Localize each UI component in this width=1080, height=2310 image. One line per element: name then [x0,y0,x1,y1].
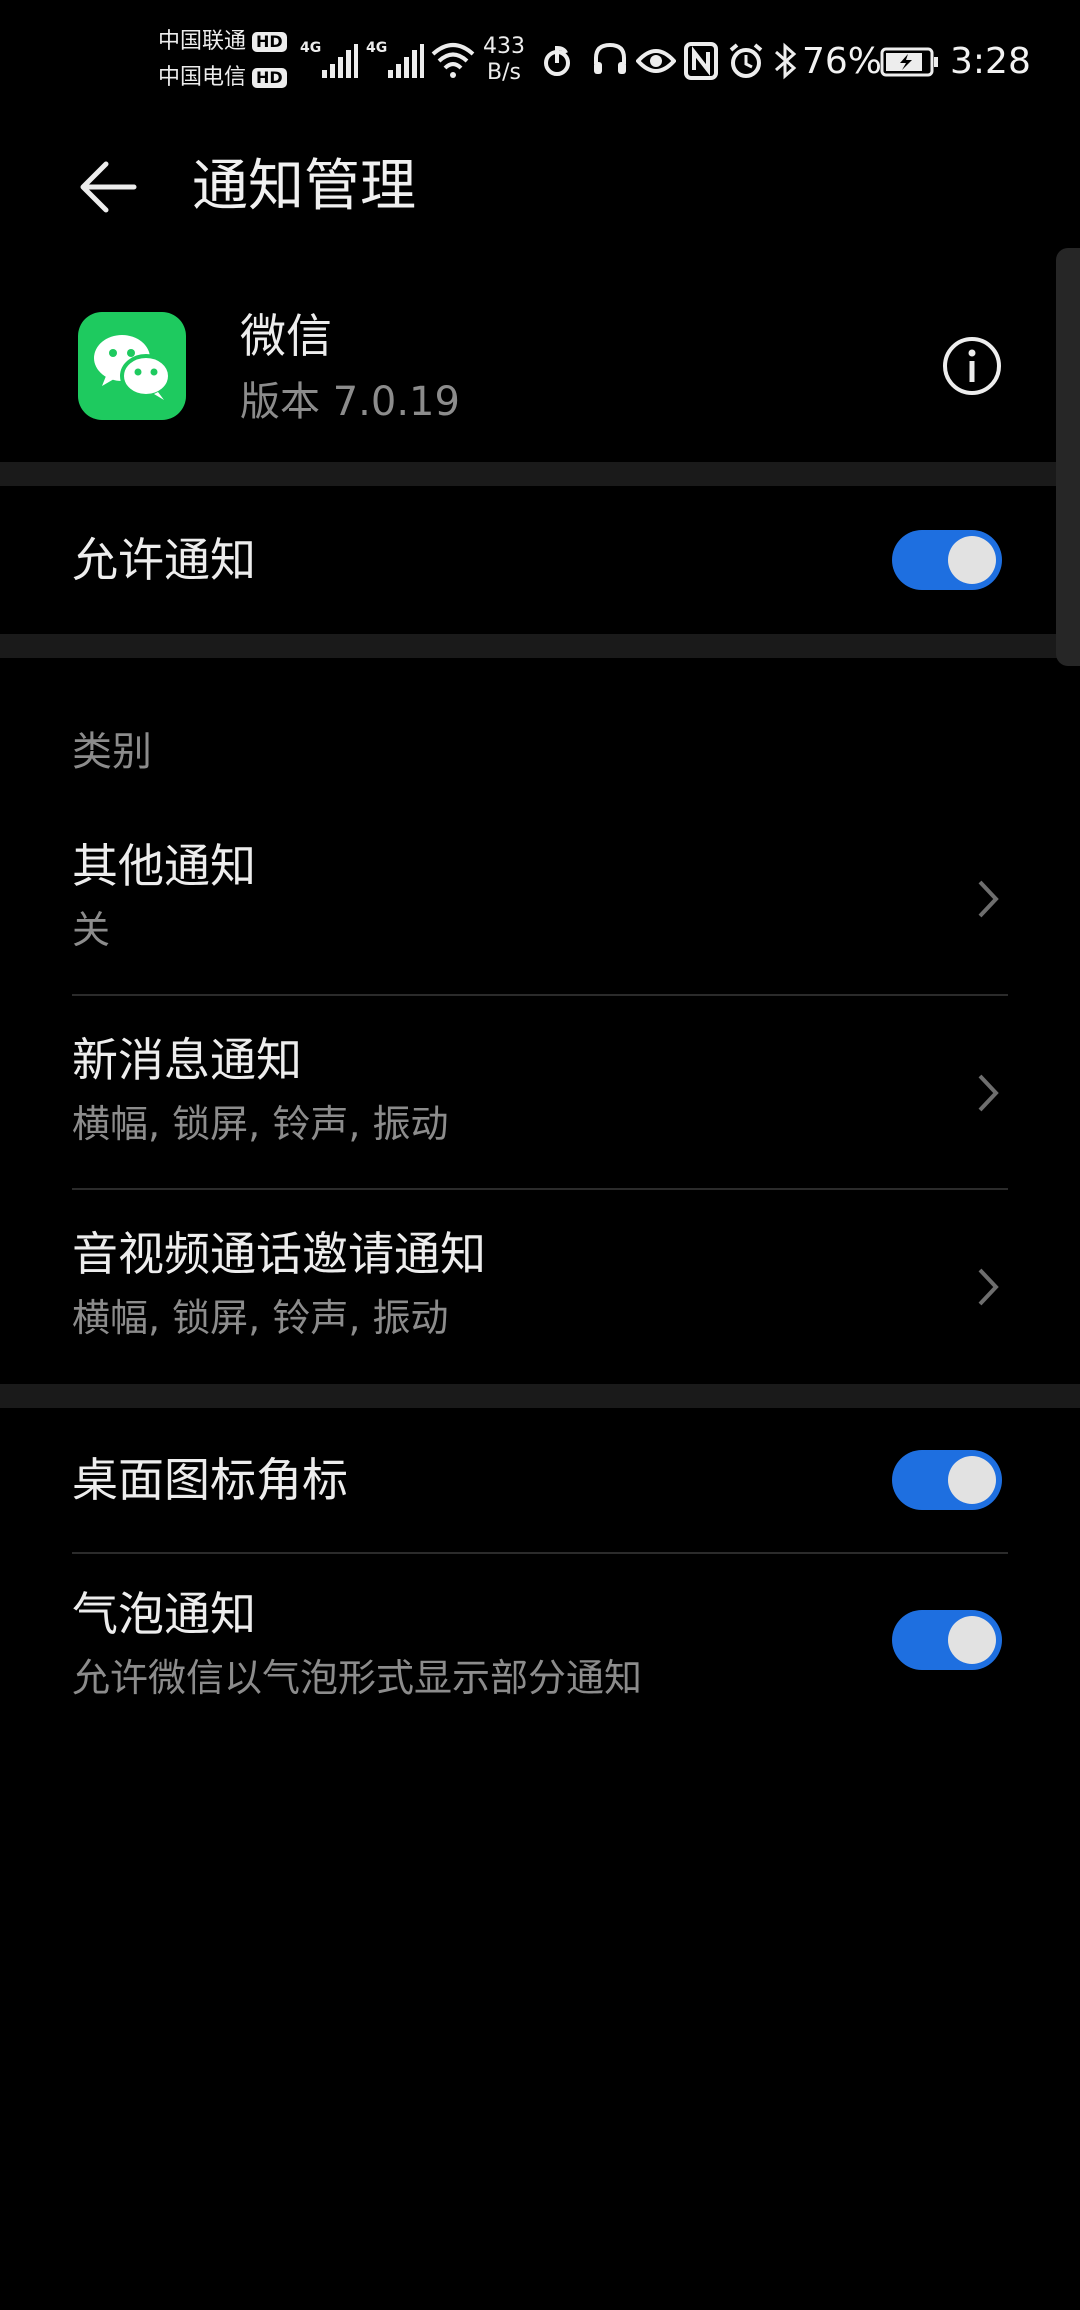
category-item-title: 音视频通话邀请通知 [72,1227,486,1281]
bubble-notification-subtitle: 允许微信以气泡形式显示部分通知 [72,1656,643,1700]
section-separator [0,1384,1080,1408]
carrier-1-label: 中国联通 [158,29,247,54]
status-bar: 中国联通 HD 中国电信 HD 4G 4G 433 B/s 76% 3:28 [0,0,1080,120]
toggle-knob [948,1456,996,1504]
signal-icon-2: 4G [366,40,426,80]
headset-icon [594,42,626,74]
nfc-icon [684,42,718,80]
carrier-2-label: 中国电信 [158,65,247,90]
desktop-badge-toggle[interactable] [892,1450,1002,1510]
net-type-2: 4G [366,40,388,56]
wifi-icon [431,43,475,78]
bubble-notification-label: 气泡通知 [72,1587,256,1641]
clock: 3:28 [950,41,1031,82]
app-name: 微信 [240,309,332,363]
back-arrow-icon[interactable] [78,160,138,214]
category-item-new-message[interactable]: 新消息通知 横幅, 锁屏, 铃声, 振动 [0,996,1080,1188]
category-item-title: 新消息通知 [72,1033,302,1087]
carrier-2: 中国电信 HD [158,62,287,94]
allow-notifications-toggle[interactable] [892,530,1002,590]
hd-badge-1: HD [252,32,287,52]
desktop-badge-row[interactable]: 桌面图标角标 [0,1408,1080,1552]
net-type-1: 4G [300,40,322,56]
music-app-icon [544,45,570,76]
bubble-notification-row[interactable]: 气泡通知 允许微信以气泡形式显示部分通知 [0,1554,1080,1744]
toggle-knob [948,1616,996,1664]
page-title: 通知管理 [192,154,416,219]
battery-percent: 76% [802,41,883,82]
chevron-right-icon [978,1268,999,1306]
hd-badge-2: HD [252,68,287,88]
network-speed: 433 B/s [478,34,530,86]
scrollbar[interactable] [1056,248,1080,666]
alarm-icon [729,43,763,78]
info-icon[interactable] [940,334,1004,398]
category-item-subtitle: 横幅, 锁屏, 铃声, 振动 [72,1296,449,1340]
speed-value: 433 [483,34,525,59]
category-header: 类别 [72,729,152,775]
toggle-knob [948,536,996,584]
category-item-subtitle: 横幅, 锁屏, 铃声, 振动 [72,1102,449,1146]
battery-charging-icon [880,47,938,77]
allow-notifications-row[interactable]: 允许通知 [0,486,1080,634]
speed-unit: B/s [487,60,521,85]
category-item-title: 其他通知 [72,839,256,893]
chevron-right-icon [978,880,999,918]
eye-comfort-icon [636,49,676,73]
allow-notifications-label: 允许通知 [72,533,256,587]
chevron-right-icon [978,1074,999,1112]
wechat-app-icon [78,312,186,420]
category-item-other[interactable]: 其他通知 关 [0,800,1080,994]
desktop-badge-label: 桌面图标角标 [72,1453,348,1507]
bubble-notification-toggle[interactable] [892,1610,1002,1670]
signal-icon-1: 4G [300,40,360,80]
section-separator [0,634,1080,658]
bluetooth-icon [775,42,797,80]
carrier-1: 中国联通 HD [158,26,287,58]
category-item-subtitle: 关 [72,908,111,952]
app-version: 版本 7.0.19 [240,379,460,425]
category-item-call-invite[interactable]: 音视频通话邀请通知 横幅, 锁屏, 铃声, 振动 [0,1190,1080,1384]
section-separator [0,462,1080,486]
